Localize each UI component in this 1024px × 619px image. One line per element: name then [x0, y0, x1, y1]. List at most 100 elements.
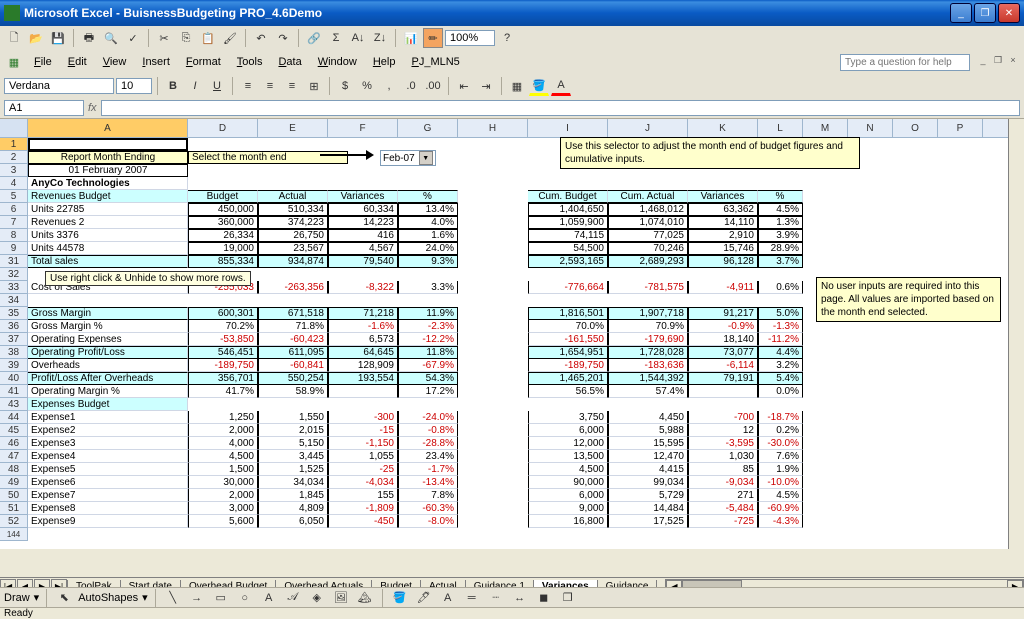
cell-J49[interactable]: 99,034	[608, 476, 688, 489]
cell-I37[interactable]: -161,550	[528, 333, 608, 346]
fontsize-select[interactable]	[116, 78, 152, 94]
cell-A4[interactable]: AnyCo Technologies	[28, 177, 188, 190]
sort-desc-icon[interactable]: Z↓	[370, 28, 390, 48]
cell-L5[interactable]: %	[758, 190, 803, 203]
cell-D7[interactable]: 360,000	[188, 216, 258, 229]
cell-F37[interactable]: 6,573	[328, 333, 398, 346]
row-header-31[interactable]: 31	[0, 255, 28, 268]
cell-L44[interactable]: -18.7%	[758, 411, 803, 424]
cell-F38[interactable]: 64,645	[328, 346, 398, 359]
dec-decimal-icon[interactable]: .00	[423, 76, 443, 96]
italic-icon[interactable]: I	[185, 76, 205, 96]
cell-J40[interactable]: 1,544,392	[608, 372, 688, 385]
cell-A46[interactable]: Expense3	[28, 437, 188, 450]
cell-G36[interactable]: -2.3%	[398, 320, 458, 333]
row-header-5[interactable]: 5	[0, 190, 28, 203]
cell-E49[interactable]: 34,034	[258, 476, 328, 489]
clipart-icon[interactable]: 🖼	[331, 588, 351, 608]
cell-K48[interactable]: 85	[688, 463, 758, 476]
cell-E38[interactable]: 611,095	[258, 346, 328, 359]
cell-L52[interactable]: -4.3%	[758, 515, 803, 528]
row-header-32[interactable]: 32	[0, 268, 28, 281]
picture-icon[interactable]: 🏔	[355, 588, 375, 608]
line-icon[interactable]: ╲	[163, 588, 183, 608]
row-header-49[interactable]: 49	[0, 476, 28, 489]
cell-D51[interactable]: 3,000	[188, 502, 258, 515]
cell-K31[interactable]: 96,128	[688, 255, 758, 268]
cell-L41[interactable]: 0.0%	[758, 385, 803, 398]
cell-L36[interactable]: -1.3%	[758, 320, 803, 333]
col-header-I[interactable]: I	[528, 119, 608, 137]
cell-J5[interactable]: Cum. Actual	[608, 190, 688, 203]
cell-K49[interactable]: -9,034	[688, 476, 758, 489]
cell-G45[interactable]: -0.8%	[398, 424, 458, 437]
cell-K33[interactable]: -4,911	[688, 281, 758, 294]
cell-I47[interactable]: 13,500	[528, 450, 608, 463]
cell-D8[interactable]: 26,334	[188, 229, 258, 242]
wordart-icon[interactable]: 𝒜	[283, 588, 303, 608]
col-header-K[interactable]: K	[688, 119, 758, 137]
arrow-icon[interactable]: →	[187, 588, 207, 608]
cell-K37[interactable]: 18,140	[688, 333, 758, 346]
cell-D38[interactable]: 546,451	[188, 346, 258, 359]
doc-close-button[interactable]: ×	[1006, 55, 1020, 69]
cell-G51[interactable]: -60.3%	[398, 502, 458, 515]
cell-I6[interactable]: 1,404,650	[528, 203, 608, 216]
cell-D49[interactable]: 30,000	[188, 476, 258, 489]
percent-icon[interactable]: %	[357, 76, 377, 96]
link-icon[interactable]: 🔗	[304, 28, 324, 48]
cell-A1[interactable]	[28, 138, 188, 151]
cell-K50[interactable]: 271	[688, 489, 758, 502]
cell-K47[interactable]: 1,030	[688, 450, 758, 463]
cell-G52[interactable]: -8.0%	[398, 515, 458, 528]
cell-K40[interactable]: 79,191	[688, 372, 758, 385]
cell-J45[interactable]: 5,988	[608, 424, 688, 437]
row-header-1[interactable]: 1	[0, 138, 28, 151]
cell-L6[interactable]: 4.5%	[758, 203, 803, 216]
cell-J31[interactable]: 2,689,293	[608, 255, 688, 268]
cell-D52[interactable]: 5,600	[188, 515, 258, 528]
cell-L47[interactable]: 7.6%	[758, 450, 803, 463]
cell-J9[interactable]: 70,246	[608, 242, 688, 255]
cell-E7[interactable]: 374,223	[258, 216, 328, 229]
formula-input[interactable]	[101, 100, 1020, 116]
cell-D40[interactable]: 356,701	[188, 372, 258, 385]
cell-L31[interactable]: 3.7%	[758, 255, 803, 268]
cell-G7[interactable]: 4.0%	[398, 216, 458, 229]
col-header-F[interactable]: F	[328, 119, 398, 137]
cell-G48[interactable]: -1.7%	[398, 463, 458, 476]
cell-A41[interactable]: Operating Margin %	[28, 385, 188, 398]
cell-I38[interactable]: 1,654,951	[528, 346, 608, 359]
cell-F50[interactable]: 155	[328, 489, 398, 502]
dropdown-arrow-icon[interactable]: ▼	[419, 151, 433, 165]
row-header-144[interactable]: 144	[0, 528, 28, 541]
cell-K38[interactable]: 73,077	[688, 346, 758, 359]
cell-G5[interactable]: %	[398, 190, 458, 203]
row-header-33[interactable]: 33	[0, 281, 28, 294]
minimize-button[interactable]: _	[950, 3, 972, 23]
cell-I36[interactable]: 70.0%	[528, 320, 608, 333]
col-header-J[interactable]: J	[608, 119, 688, 137]
cell-E8[interactable]: 26,750	[258, 229, 328, 242]
cell-G37[interactable]: -12.2%	[398, 333, 458, 346]
cell-A40[interactable]: Profit/Loss After Overheads	[28, 372, 188, 385]
cell-A49[interactable]: Expense6	[28, 476, 188, 489]
row-header-45[interactable]: 45	[0, 424, 28, 437]
cell-L35[interactable]: 5.0%	[758, 307, 803, 320]
save-icon[interactable]: 💾	[48, 28, 68, 48]
cell-E46[interactable]: 5,150	[258, 437, 328, 450]
cell-D5[interactable]: Budget	[188, 190, 258, 203]
currency-icon[interactable]: $	[335, 76, 355, 96]
cell-G6[interactable]: 13.4%	[398, 203, 458, 216]
new-icon[interactable]: 🗋	[4, 28, 24, 48]
help-search[interactable]	[840, 54, 970, 71]
3d-icon[interactable]: ❒	[558, 588, 578, 608]
cell-J35[interactable]: 1,907,718	[608, 307, 688, 320]
cell-L39[interactable]: 3.2%	[758, 359, 803, 372]
shadow-icon[interactable]: ◼	[534, 588, 554, 608]
cell-I41[interactable]: 56.5%	[528, 385, 608, 398]
cell-G47[interactable]: 23.4%	[398, 450, 458, 463]
cell-K51[interactable]: -5,484	[688, 502, 758, 515]
cell-L8[interactable]: 3.9%	[758, 229, 803, 242]
cell-E39[interactable]: -60,841	[258, 359, 328, 372]
